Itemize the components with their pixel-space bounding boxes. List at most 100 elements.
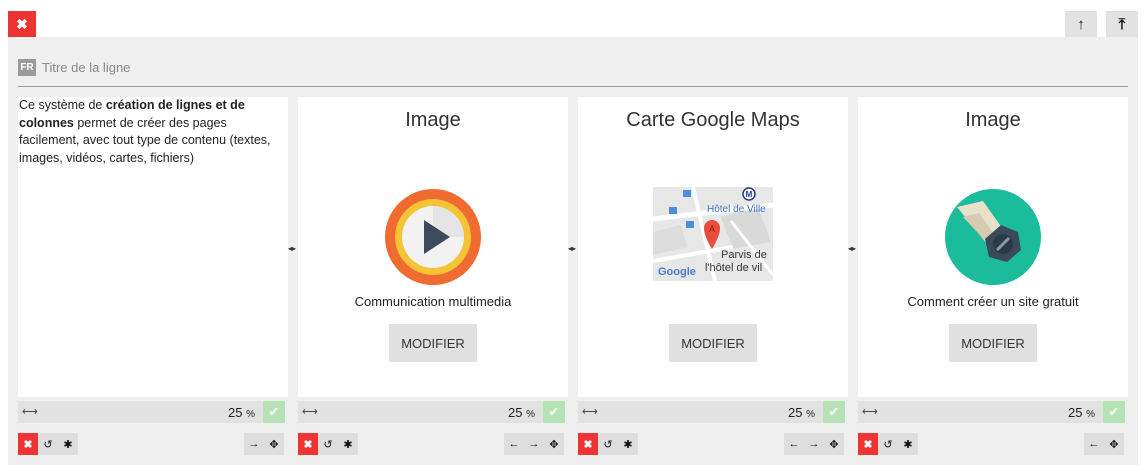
column-tools: ✖ ↺ ✱ ← → ✥	[578, 433, 848, 455]
column-width-value[interactable]: 25 %	[1068, 405, 1095, 420]
row-toolbar: ✖ ↑ ⤒	[0, 0, 1146, 38]
column-width-bar: ⟷ 25 % ✔	[298, 401, 565, 423]
map-label: Hôtel de Ville	[707, 204, 766, 215]
image-caption: Communication multimedia	[354, 294, 512, 309]
arrow-right-icon: →	[248, 438, 260, 450]
modify-button[interactable]: MODIFIER	[669, 324, 757, 362]
column-settings-button[interactable]: ✱	[898, 433, 918, 455]
move-icon: ✥	[549, 438, 559, 451]
column-tools: ✖ ↺ ✱ ← → ✥	[298, 433, 568, 455]
arrow-up-icon: ↑	[1077, 15, 1085, 33]
wrench-icon	[945, 189, 1041, 285]
map-marker-icon: A	[709, 224, 715, 234]
move-right-button[interactable]: →	[804, 433, 824, 455]
reset-column-button[interactable]: ↺	[598, 433, 618, 455]
column-width-value[interactable]: 25 %	[508, 405, 535, 420]
width-arrows-icon: ⟷	[582, 406, 598, 418]
play-icon	[385, 189, 481, 285]
drag-handle[interactable]: ✥	[264, 433, 284, 455]
text-content: Ce système de création de lignes et de c…	[19, 98, 271, 165]
delete-row-button[interactable]: ✖	[8, 11, 36, 37]
undo-icon: ↺	[603, 438, 613, 451]
delete-column-button[interactable]: ✖	[18, 433, 38, 455]
column-tools: ✖ ↺ ✱ → ✥	[18, 433, 288, 455]
move-row-top-button[interactable]: ⤒	[1106, 11, 1138, 37]
move-row-up-button[interactable]: ↑	[1065, 11, 1097, 37]
language-badge: FR	[18, 59, 36, 76]
confirm-width-button[interactable]: ✔	[823, 401, 845, 423]
resize-horizontal-icon: ◂▸	[287, 243, 297, 253]
column-resize-handle[interactable]: ◂▸	[287, 243, 297, 253]
reset-column-button[interactable]: ↺	[38, 433, 58, 455]
width-arrows-icon: ⟷	[862, 406, 878, 418]
column-image[interactable]: Image Communication multimedia MODIFIER	[298, 97, 568, 397]
map-label: Parvis de	[721, 249, 767, 261]
column-text[interactable]: Ce système de création de lignes et de c…	[18, 97, 288, 397]
move-left-button[interactable]: ←	[1084, 433, 1104, 455]
arrow-left-icon: ←	[508, 438, 520, 450]
move-icon: ✥	[269, 438, 279, 451]
undo-icon: ↺	[43, 438, 53, 451]
column-width-value[interactable]: 25 %	[788, 405, 815, 420]
column-title: Carte Google Maps	[626, 109, 800, 131]
arrow-right-icon: →	[528, 438, 540, 450]
column-width-bar: ⟷ 25 % ✔	[858, 401, 1125, 423]
gear-icon: ✱	[63, 438, 73, 451]
move-right-button[interactable]: →	[524, 433, 544, 455]
confirm-width-button[interactable]: ✔	[263, 401, 285, 423]
image-caption: Comment créer un site gratuit	[907, 294, 1079, 309]
delete-column-button[interactable]: ✖	[578, 433, 598, 455]
map-thumbnail: M Hôtel de Ville A Parvis de l'hôtel de …	[653, 187, 773, 281]
reset-column-button[interactable]: ↺	[318, 433, 338, 455]
move-icon: ✥	[1109, 438, 1119, 451]
metro-icon: M	[746, 190, 753, 199]
column-settings-button[interactable]: ✱	[338, 433, 358, 455]
row-title-field: FR	[18, 58, 1128, 87]
arrow-left-icon: ←	[788, 438, 800, 450]
column-width-bar: ⟷ 25 % ✔	[578, 401, 845, 423]
gear-icon: ✱	[903, 438, 913, 451]
drag-handle[interactable]: ✥	[1104, 433, 1124, 455]
column-width-value[interactable]: 25 %	[228, 405, 255, 420]
column-width-bar: ⟷ 25 % ✔	[18, 401, 285, 423]
gear-icon: ✱	[343, 438, 353, 451]
move-right-button[interactable]: →	[244, 433, 264, 455]
close-icon: ✖	[583, 438, 593, 451]
arrow-right-icon: →	[808, 438, 820, 450]
column-settings-button[interactable]: ✱	[58, 433, 78, 455]
column-title: Image	[405, 109, 461, 131]
column-resize-handle[interactable]: ◂▸	[567, 243, 577, 253]
column-tools: ✖ ↺ ✱ ← ✥	[858, 433, 1128, 455]
move-left-button[interactable]: ←	[784, 433, 804, 455]
close-icon: ✖	[303, 438, 313, 451]
google-logo: Google	[658, 266, 696, 278]
delete-column-button[interactable]: ✖	[298, 433, 318, 455]
undo-icon: ↺	[323, 438, 333, 451]
column-resize-handle[interactable]: ◂▸	[847, 243, 857, 253]
map-label: l'hôtel de vil	[705, 262, 762, 274]
drag-handle[interactable]: ✥	[824, 433, 844, 455]
delete-column-button[interactable]: ✖	[858, 433, 878, 455]
confirm-width-button[interactable]: ✔	[1103, 401, 1125, 423]
move-icon: ✥	[829, 438, 839, 451]
modify-button[interactable]: MODIFIER	[949, 324, 1037, 362]
move-left-button[interactable]: ←	[504, 433, 524, 455]
row-editor: FR Ce système de création de lignes et d…	[8, 37, 1138, 465]
width-arrows-icon: ⟷	[22, 406, 38, 418]
column-map[interactable]: Carte Google Maps M Hôtel de Ville A Par…	[578, 97, 848, 397]
close-icon: ✖	[863, 438, 873, 451]
resize-horizontal-icon: ◂▸	[567, 243, 577, 253]
drag-handle[interactable]: ✥	[544, 433, 564, 455]
row-title-input[interactable]	[42, 58, 542, 77]
arrow-left-icon: ←	[1088, 438, 1100, 450]
modify-button[interactable]: MODIFIER	[389, 324, 477, 362]
reset-column-button[interactable]: ↺	[878, 433, 898, 455]
column-title: Image	[965, 109, 1021, 131]
undo-icon: ↺	[883, 438, 893, 451]
gear-icon: ✱	[623, 438, 633, 451]
column-image[interactable]: Image Comment créer un site gratuit MODI…	[858, 97, 1128, 397]
resize-horizontal-icon: ◂▸	[847, 243, 857, 253]
confirm-width-button[interactable]: ✔	[543, 401, 565, 423]
width-arrows-icon: ⟷	[302, 406, 318, 418]
column-settings-button[interactable]: ✱	[618, 433, 638, 455]
